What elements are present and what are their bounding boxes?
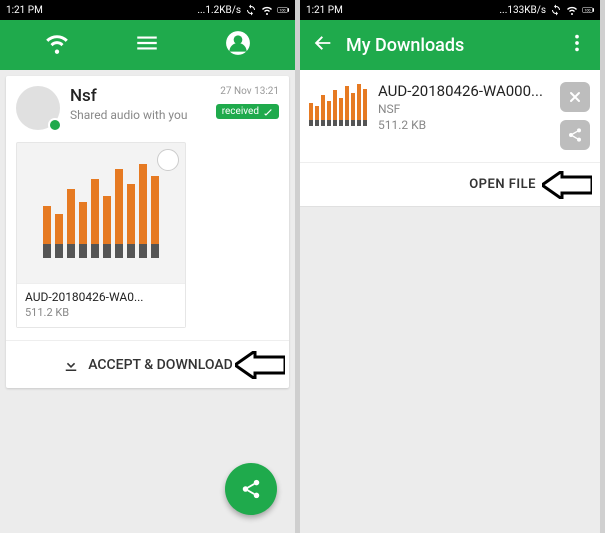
status-time: 1:21 PM xyxy=(6,5,43,16)
overflow-menu-button[interactable] xyxy=(566,32,588,58)
attachment-filesize: 511.2 KB xyxy=(25,306,177,319)
page-title: My Downloads xyxy=(346,35,464,56)
back-button[interactable] xyxy=(312,32,334,58)
wifi-tab[interactable] xyxy=(44,30,70,60)
app-bar xyxy=(0,20,295,70)
share-button[interactable] xyxy=(560,120,590,150)
open-file-label: OPEN FILE xyxy=(469,177,536,192)
wifi-icon xyxy=(261,4,273,16)
avatar[interactable] xyxy=(16,86,60,130)
audio-waveform-icon xyxy=(43,168,159,258)
download-filetype: NSF xyxy=(378,102,548,116)
sync-icon xyxy=(550,4,562,16)
wifi-icon xyxy=(566,4,578,16)
select-circle[interactable] xyxy=(157,149,179,171)
status-time: 1:21 PM xyxy=(306,5,343,16)
attachment-filename: AUD-20180426-WA0... xyxy=(25,290,177,304)
accept-download-label: ACCEPT & DOWNLOAD xyxy=(88,357,233,373)
battery-icon: 100 xyxy=(277,4,289,16)
menu-tab[interactable] xyxy=(134,30,160,60)
online-dot xyxy=(48,118,62,132)
share-icon xyxy=(567,127,583,143)
download-icon xyxy=(62,356,80,374)
status-net-speed: ...133KB/s xyxy=(499,5,546,16)
sync-icon xyxy=(245,4,257,16)
annotation-arrow-icon xyxy=(235,351,285,379)
svg-text:100: 100 xyxy=(280,9,286,13)
shared-file-card: Nsf Shared audio with you 27 Nov 13:21 r… xyxy=(6,76,289,388)
sender-name: Nsf xyxy=(70,86,187,106)
download-filesize: 511.2 KB xyxy=(378,118,548,132)
download-item: AUD-20180426-WA000... NSF 511.2 KB xyxy=(300,70,600,207)
attachment-thumbnail xyxy=(17,143,185,283)
profile-tab[interactable] xyxy=(225,30,251,60)
status-bar: 1:21 PM ...1.2KB/s 100 xyxy=(0,0,295,20)
audio-waveform-icon xyxy=(309,86,367,126)
delete-button[interactable] xyxy=(560,82,590,112)
post-timestamp: 27 Nov 13:21 xyxy=(220,86,279,97)
status-net-speed: ...1.2KB/s xyxy=(197,5,241,16)
attachment[interactable]: AUD-20180426-WA0... 511.2 KB xyxy=(16,142,186,328)
post-subtitle: Shared audio with you xyxy=(70,108,187,122)
received-badge: received xyxy=(216,104,279,119)
app-bar: My Downloads xyxy=(300,20,600,70)
battery-icon: 100 xyxy=(582,4,594,16)
status-bar: 1:21 PM ...133KB/s 100 xyxy=(300,0,600,20)
share-fab[interactable] xyxy=(225,463,277,515)
file-thumbnail xyxy=(310,82,366,130)
share-icon xyxy=(240,478,262,500)
download-filename: AUD-20180426-WA000... xyxy=(378,82,548,100)
annotation-arrow-icon xyxy=(542,171,592,199)
close-icon xyxy=(567,89,583,105)
svg-text:100: 100 xyxy=(585,9,591,13)
accept-download-button[interactable]: ACCEPT & DOWNLOAD xyxy=(6,340,289,388)
open-file-button[interactable]: OPEN FILE xyxy=(300,162,600,206)
